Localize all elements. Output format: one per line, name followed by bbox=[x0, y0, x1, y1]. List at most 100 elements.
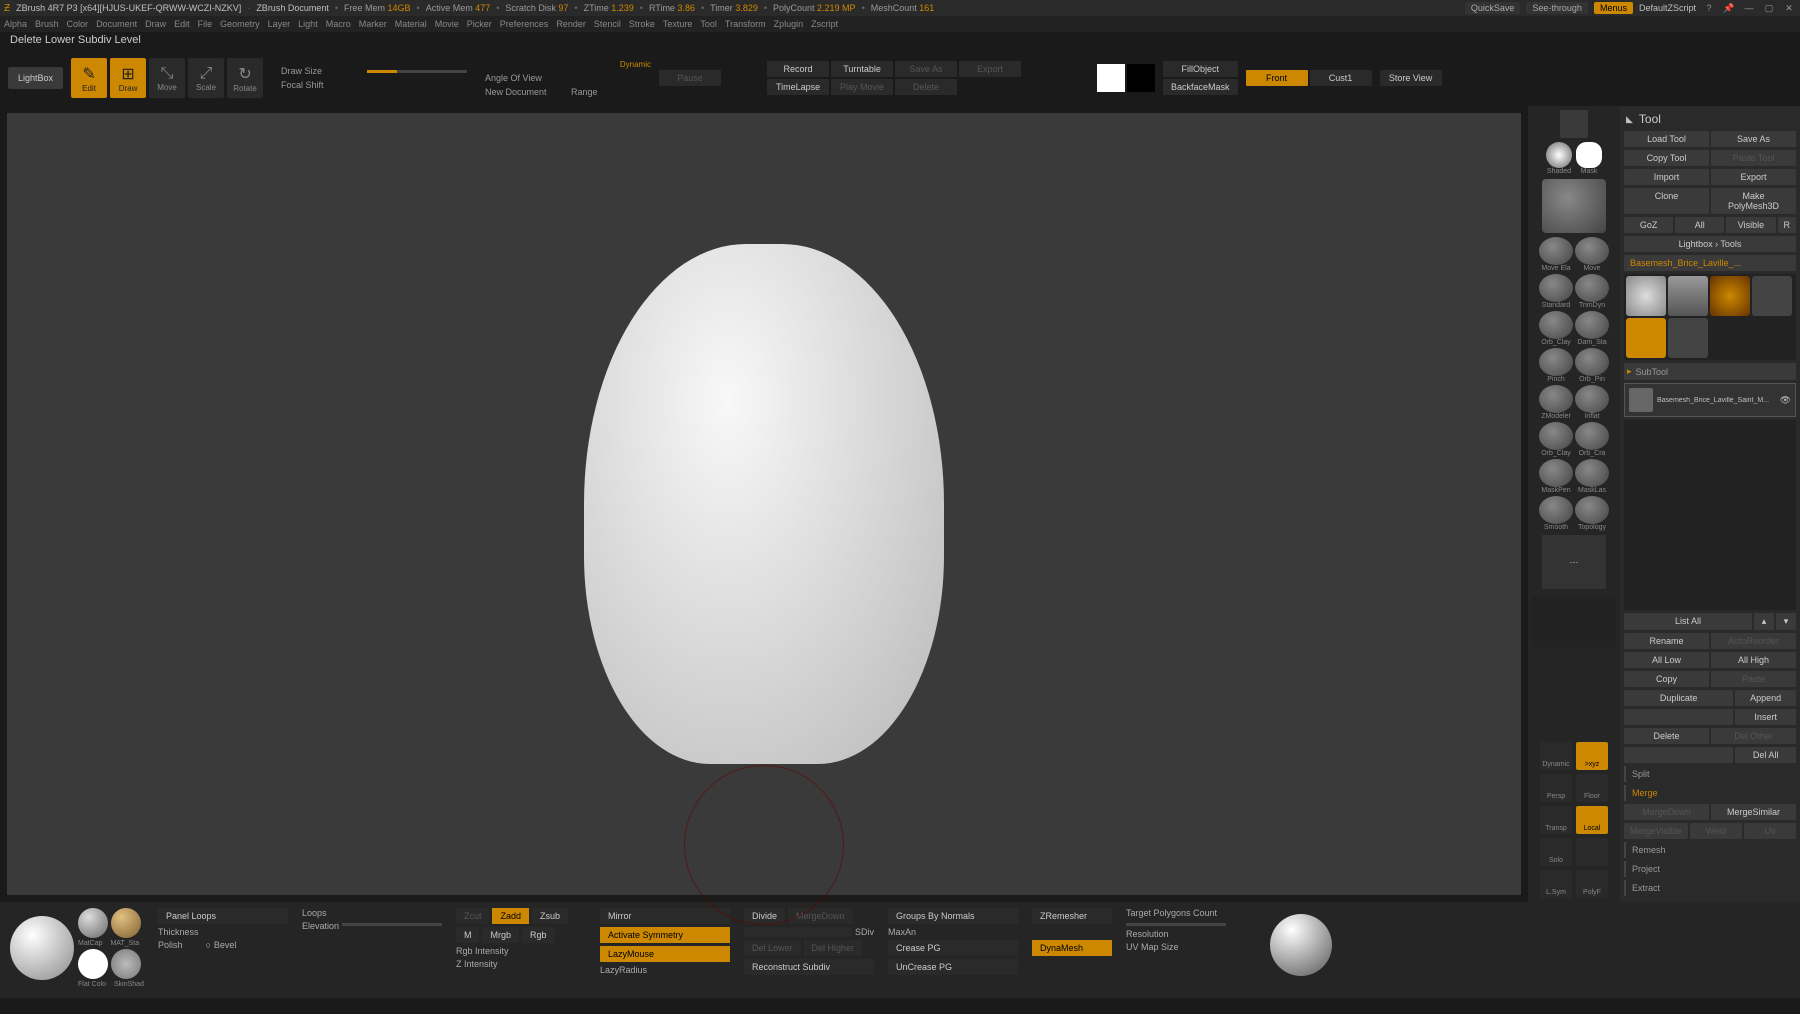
brush-zmodeler[interactable]: ZModeler bbox=[1539, 385, 1573, 420]
dynamesh-btn[interactable]: DynaMesh bbox=[1032, 940, 1112, 956]
menu-color[interactable]: Color bbox=[67, 19, 89, 29]
reconstruct-btn[interactable]: Reconstruct Subdiv bbox=[744, 959, 874, 975]
lightbox-btn[interactable]: LightBox bbox=[8, 67, 63, 89]
menus-toggle[interactable]: Menus bbox=[1594, 2, 1633, 14]
paste-tool-btn[interactable]: Paste Tool bbox=[1711, 150, 1796, 166]
copy2-btn[interactable]: Copy bbox=[1624, 671, 1709, 687]
polyf-nav[interactable]: PolyF bbox=[1576, 870, 1608, 898]
clone-btn[interactable]: Clone bbox=[1624, 188, 1709, 214]
down-icon[interactable]: ▾ bbox=[1776, 613, 1796, 630]
seethrough-btn[interactable]: See-through bbox=[1526, 2, 1588, 14]
backfacemask-btn[interactable]: BackfaceMask bbox=[1163, 79, 1238, 95]
viewport[interactable] bbox=[6, 112, 1522, 896]
symmetry-btn[interactable]: Activate Symmetry bbox=[600, 927, 730, 943]
shaded-label[interactable]: Shaded bbox=[1546, 168, 1572, 175]
menu-material[interactable]: Material bbox=[395, 19, 427, 29]
menu-tool[interactable]: Tool bbox=[700, 19, 717, 29]
mat-1[interactable] bbox=[78, 908, 108, 938]
edit-mode[interactable]: ✎Edit bbox=[71, 58, 107, 98]
brush-inflat[interactable]: Inflat bbox=[1575, 385, 1609, 420]
panelloops-btn[interactable]: Panel Loops bbox=[158, 908, 288, 924]
solo-nav[interactable]: Solo bbox=[1540, 838, 1572, 866]
brush-pinch[interactable]: Pinch bbox=[1539, 348, 1573, 383]
delete-btn[interactable]: Delete bbox=[895, 79, 957, 95]
playmovie-btn[interactable]: Play Movie bbox=[831, 79, 893, 95]
record-btn[interactable]: Record bbox=[767, 61, 829, 77]
copy-tool-btn[interactable]: Copy Tool bbox=[1624, 150, 1709, 166]
weld-btn[interactable]: Weld bbox=[1690, 823, 1742, 839]
append-btn[interactable]: Append bbox=[1735, 690, 1796, 706]
menu-stencil[interactable]: Stencil bbox=[594, 19, 621, 29]
brush-maskpen[interactable]: MaskPen bbox=[1539, 459, 1573, 494]
brush-masklas[interactable]: MaskLas bbox=[1575, 459, 1609, 494]
split-accordion[interactable]: Split bbox=[1624, 766, 1796, 782]
brush-orb_clay[interactable]: Orb_Clay bbox=[1539, 422, 1573, 457]
brush-move[interactable]: Move bbox=[1575, 237, 1609, 272]
scale-mode[interactable]: ⤢Scale bbox=[188, 58, 224, 98]
turntable-btn[interactable]: Turntable bbox=[831, 61, 893, 77]
delother-btn[interactable]: Del Other bbox=[1711, 728, 1796, 744]
current-tool[interactable]: Basemesh_Brice_Laville_... bbox=[1624, 255, 1796, 271]
cust1-btn[interactable]: Cust1 bbox=[1310, 70, 1372, 86]
menu-render[interactable]: Render bbox=[556, 19, 586, 29]
mat-2[interactable] bbox=[111, 908, 141, 938]
brush-topology[interactable]: Topology bbox=[1575, 496, 1609, 531]
menu-zplugin[interactable]: Zplugin bbox=[774, 19, 804, 29]
allhigh-btn[interactable]: All High bbox=[1711, 652, 1796, 668]
current-brush[interactable] bbox=[1542, 179, 1606, 233]
mrgb-btn[interactable]: Mrgb bbox=[482, 927, 519, 943]
menu-draw[interactable]: Draw bbox=[145, 19, 166, 29]
extract-accordion[interactable]: Extract bbox=[1624, 880, 1796, 896]
menu-document[interactable]: Document bbox=[96, 19, 137, 29]
alpha-slot[interactable] bbox=[1532, 597, 1616, 647]
lsym-nav[interactable]: L.Sym bbox=[1540, 870, 1572, 898]
mask-label[interactable]: Mask bbox=[1576, 168, 1602, 175]
menu-geometry[interactable]: Geometry bbox=[220, 19, 260, 29]
mat-4[interactable] bbox=[111, 949, 141, 979]
lazymouse-btn[interactable]: LazyMouse bbox=[600, 946, 730, 962]
dellower-btn[interactable]: Del Lower bbox=[744, 940, 801, 956]
polycount-slider[interactable] bbox=[1126, 923, 1226, 926]
mirror-btn[interactable]: Mirror bbox=[600, 908, 730, 924]
quicksave-btn[interactable]: QuickSave bbox=[1465, 2, 1521, 14]
lightbox-tools-btn[interactable]: Lightbox › Tools bbox=[1624, 236, 1796, 252]
menu-brush[interactable]: Brush bbox=[35, 19, 59, 29]
rotate-mode[interactable]: ↻Rotate bbox=[227, 58, 263, 98]
dynamic-nav[interactable]: Dynamic bbox=[1540, 742, 1572, 770]
brush-orb_cra[interactable]: Orb_Cra bbox=[1575, 422, 1609, 457]
merge-accordion[interactable]: Merge bbox=[1624, 785, 1796, 801]
eye-icon[interactable]: 👁 bbox=[1780, 395, 1791, 406]
menu-edit[interactable]: Edit bbox=[174, 19, 190, 29]
menu-preferences[interactable]: Preferences bbox=[500, 19, 549, 29]
front-btn[interactable]: Front bbox=[1246, 70, 1308, 86]
menu-layer[interactable]: Layer bbox=[268, 19, 291, 29]
maximize-icon[interactable]: ▢ bbox=[1762, 3, 1776, 14]
menu-file[interactable]: File bbox=[198, 19, 213, 29]
delall-btn[interactable]: Del All bbox=[1735, 747, 1796, 763]
all-btn[interactable]: All bbox=[1675, 217, 1724, 233]
goz-btn[interactable]: GoZ bbox=[1624, 217, 1673, 233]
listall-btn[interactable]: List All bbox=[1624, 613, 1752, 630]
menu-picker[interactable]: Picker bbox=[467, 19, 492, 29]
menu-stroke[interactable]: Stroke bbox=[629, 19, 655, 29]
zadd-btn[interactable]: Zadd bbox=[492, 908, 529, 924]
insert-btn[interactable]: Insert bbox=[1735, 709, 1796, 725]
draw-mode[interactable]: ⊞Draw bbox=[110, 58, 146, 98]
storeview-btn[interactable]: Store View bbox=[1380, 70, 1442, 86]
timelapse-btn[interactable]: TimeLapse bbox=[767, 79, 829, 95]
r-btn[interactable]: R bbox=[1778, 217, 1797, 233]
transp-nav[interactable]: Transp bbox=[1540, 806, 1572, 834]
persp-nav[interactable]: Persp bbox=[1540, 774, 1572, 802]
subtool-header[interactable]: ▸SubTool bbox=[1624, 363, 1796, 380]
menu-marker[interactable]: Marker bbox=[359, 19, 387, 29]
mergevisible-btn[interactable]: MergeVisible bbox=[1624, 823, 1688, 839]
rename-btn[interactable]: Rename bbox=[1624, 633, 1709, 649]
brush-move ela[interactable]: Move Ela bbox=[1539, 237, 1573, 272]
tool-thumb-4[interactable] bbox=[1752, 276, 1792, 316]
fillobject-btn[interactable]: FillObject bbox=[1163, 61, 1238, 77]
project-accordion[interactable]: Project bbox=[1624, 861, 1796, 877]
brush-smooth[interactable]: Smooth bbox=[1539, 496, 1573, 531]
bpr-btn[interactable] bbox=[1560, 110, 1588, 138]
uncrease-btn[interactable]: UnCrease PG bbox=[888, 959, 1018, 975]
brush-dam_sta[interactable]: Dam_Sta bbox=[1575, 311, 1609, 346]
